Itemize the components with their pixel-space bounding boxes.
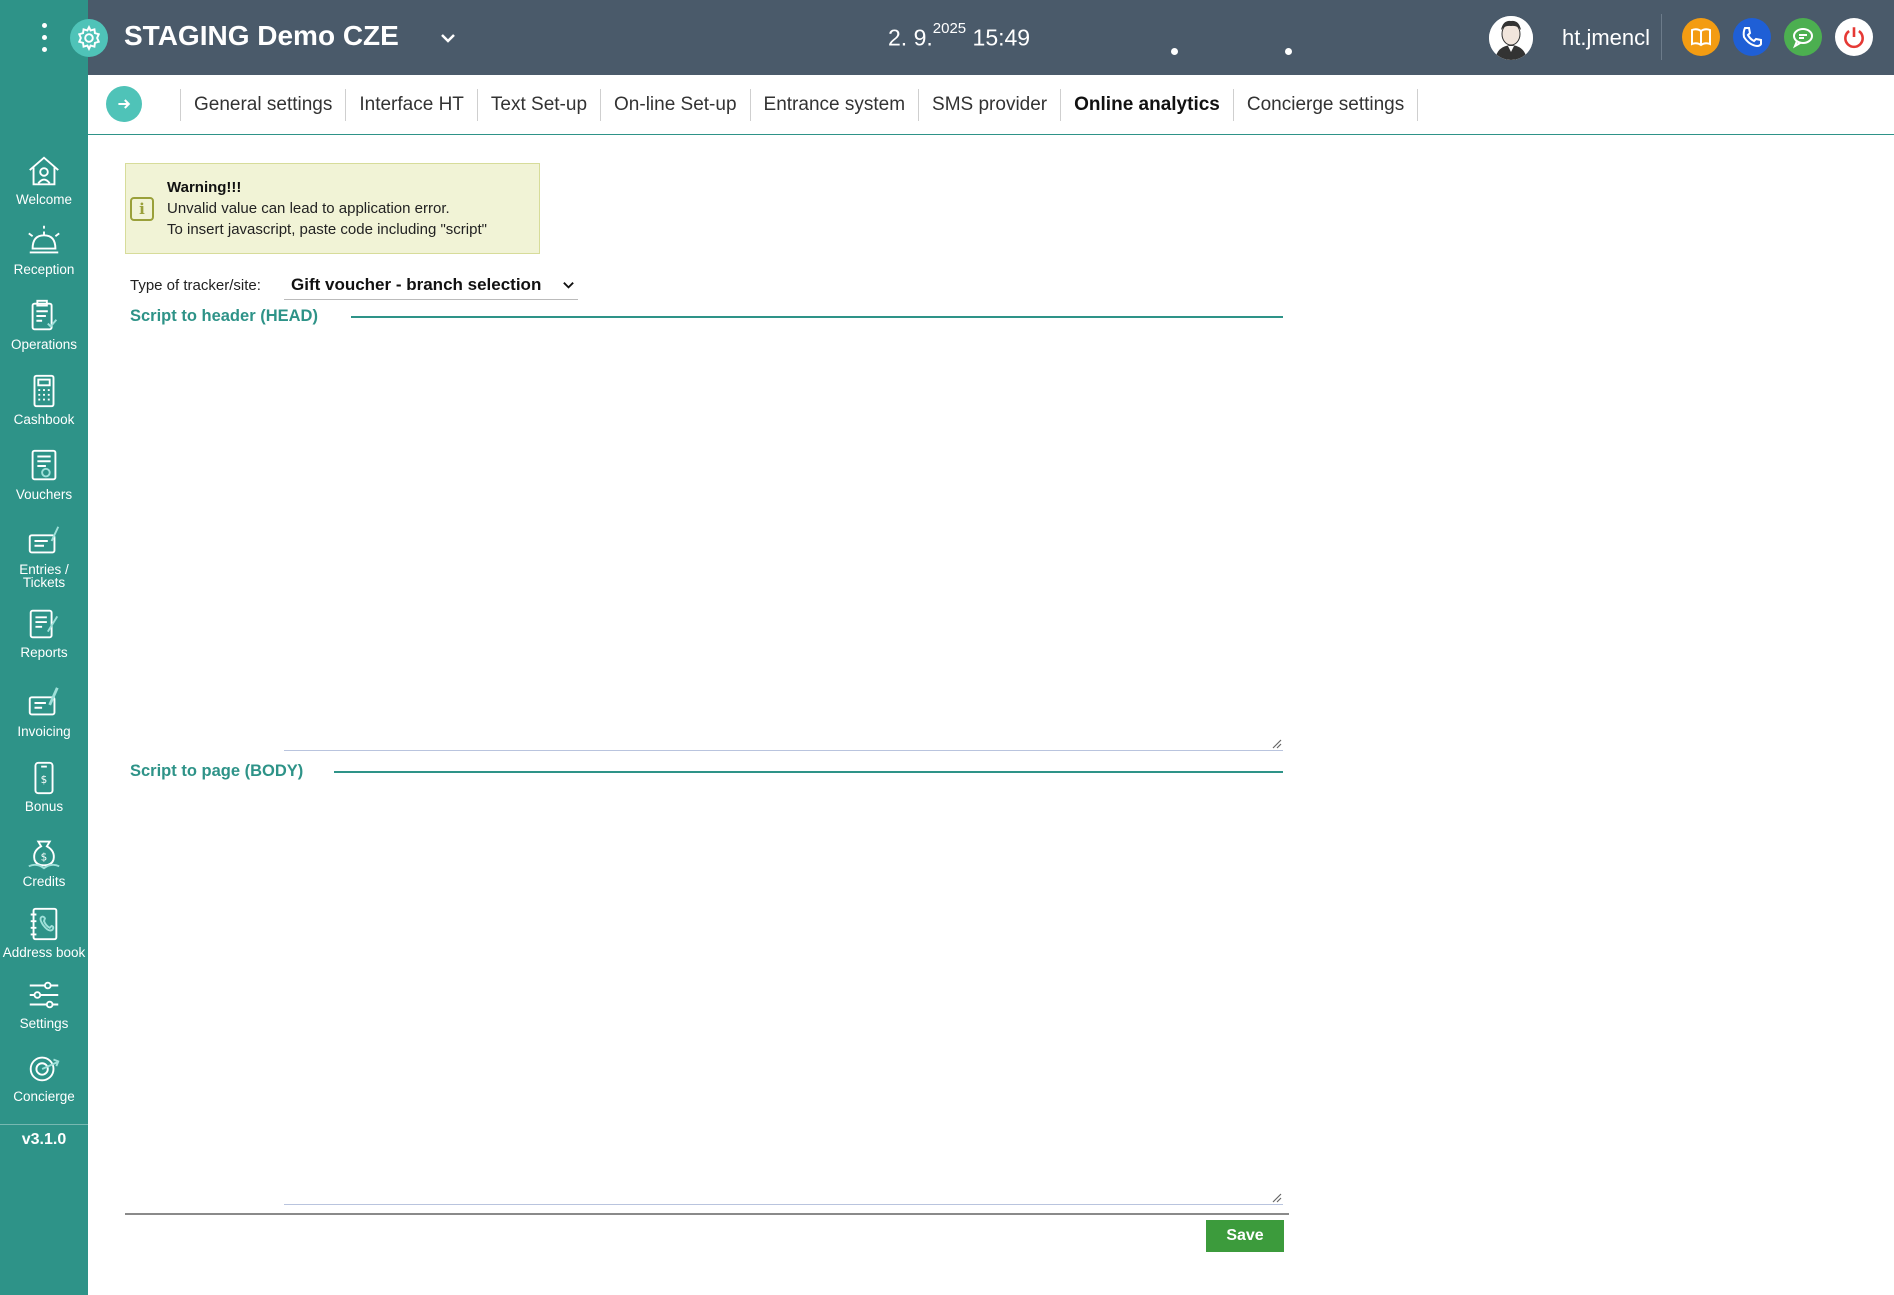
chevron-down-icon[interactable] xyxy=(438,28,458,48)
save-button[interactable]: Save xyxy=(1206,1220,1284,1252)
warning-line-1: Unvalid value can lead to application er… xyxy=(167,200,450,217)
app-title: STAGING Demo CZE xyxy=(124,20,399,51)
power-icon xyxy=(1844,27,1864,49)
gear-icon xyxy=(70,19,108,57)
home-icon xyxy=(29,156,59,186)
manual-button[interactable] xyxy=(1682,18,1720,56)
sidebar-item-operations[interactable]: Operations xyxy=(0,297,88,351)
chat-button[interactable] xyxy=(1784,18,1822,56)
resize-handle-icon[interactable] xyxy=(1272,739,1282,749)
address-book-icon xyxy=(30,907,58,941)
sliders-icon xyxy=(29,981,59,1009)
svg-text:$: $ xyxy=(41,774,48,786)
sidebar: Welcome Reception Operations Cashbook Vo… xyxy=(0,0,88,1295)
calculator-icon xyxy=(33,374,55,408)
back-button[interactable] xyxy=(106,86,142,122)
sidebar-item-label: Cashbook xyxy=(13,412,75,427)
date-year: 2025 xyxy=(932,20,967,37)
tab-list: General settings Interface HT Text Set-u… xyxy=(180,89,1419,121)
tab-interface-ht[interactable]: Interface HT xyxy=(346,89,478,121)
phone-button[interactable] xyxy=(1733,18,1771,56)
body-section-divider xyxy=(334,771,1283,773)
chat-icon xyxy=(1792,28,1813,49)
sidebar-item-label: Concierge xyxy=(13,1089,75,1104)
invoice-icon xyxy=(28,687,59,716)
sidebar-item-reception[interactable]: Reception xyxy=(0,222,88,276)
sidebar-item-label: Reception xyxy=(13,262,75,277)
voucher-icon xyxy=(31,449,57,481)
tracker-type-label: Type of tracker/site: xyxy=(130,277,261,294)
info-icon: i xyxy=(130,197,154,221)
sidebar-item-label: Credits xyxy=(22,874,66,889)
settings-tabs-bar: General settings Interface HT Text Set-u… xyxy=(88,75,1894,135)
warning-line-2: To insert javascript, paste code includi… xyxy=(167,221,487,238)
arrow-right-icon xyxy=(118,99,131,109)
form-footer-divider xyxy=(125,1213,1289,1215)
tracker-type-select[interactable]: Gift voucher - branch selection xyxy=(284,270,578,300)
sidebar-item-vouchers[interactable]: Vouchers xyxy=(0,447,88,501)
bell-icon xyxy=(28,225,60,254)
clipboard-icon xyxy=(31,299,58,331)
sidebar-item-label: Bonus xyxy=(24,799,64,814)
status-dot xyxy=(1171,48,1178,55)
resize-handle-icon[interactable] xyxy=(1272,1193,1282,1203)
header-divider xyxy=(1661,14,1662,60)
avatar[interactable] xyxy=(1489,16,1533,60)
sidebar-item-cashbook[interactable]: Cashbook xyxy=(0,372,88,426)
tab-online-setup[interactable]: On-line Set-up xyxy=(601,89,751,121)
user-avatar-icon xyxy=(1489,16,1533,60)
date-day-month: 2. 9. xyxy=(888,24,933,51)
tracker-type-value: Gift voucher - branch selection xyxy=(291,275,542,294)
ticket-icon xyxy=(28,526,60,554)
sidebar-item-label: Address book xyxy=(2,945,86,960)
report-icon xyxy=(29,609,59,639)
sidebar-item-label: Settings xyxy=(19,1016,69,1031)
warning-box: i Warning!!! Unvalid value can lead to a… xyxy=(125,163,540,254)
credits-icon: $ xyxy=(28,840,60,870)
sidebar-item-address-book[interactable]: Address book xyxy=(0,905,88,959)
kebab-menu-icon[interactable] xyxy=(41,23,47,52)
status-dot xyxy=(1285,48,1292,55)
head-section-divider xyxy=(351,316,1283,318)
body-script-textarea[interactable] xyxy=(284,782,1283,1205)
tab-general-settings[interactable]: General settings xyxy=(181,89,347,121)
sidebar-item-label: Operations xyxy=(10,337,78,352)
tab-online-analytics[interactable]: Online analytics xyxy=(1061,89,1234,121)
sidebar-item-bonus[interactable]: $ Bonus xyxy=(0,759,88,813)
logout-button[interactable] xyxy=(1835,18,1873,56)
sidebar-item-invoicing[interactable]: Invoicing xyxy=(0,684,88,738)
phone-icon xyxy=(1742,27,1762,48)
sidebar-item-label: Reports xyxy=(20,645,68,660)
sidebar-item-label-2: Tickets xyxy=(22,575,66,590)
sidebar-item-label: Vouchers xyxy=(15,487,73,502)
sidebar-item-settings[interactable]: Settings xyxy=(0,976,88,1030)
sidebar-item-label: Welcome xyxy=(15,192,73,207)
book-icon xyxy=(1691,28,1711,47)
concierge-icon xyxy=(29,1056,60,1082)
tab-sms-provider[interactable]: SMS provider xyxy=(919,89,1062,121)
current-datetime: 2. 9.2025 15:49 xyxy=(888,20,1031,52)
head-section-title: Script to header (HEAD) xyxy=(130,307,318,325)
tab-text-setup[interactable]: Text Set-up xyxy=(478,89,602,121)
head-script-textarea[interactable] xyxy=(284,328,1283,751)
sidebar-item-reports[interactable]: Reports xyxy=(0,605,88,659)
bonus-icon: $ xyxy=(34,761,54,795)
sidebar-item-label: Invoicing xyxy=(17,724,71,739)
time: 15:49 xyxy=(972,24,1031,51)
sidebar-item-entries-tickets[interactable]: Entries / Tickets xyxy=(0,522,88,589)
sidebar-item-credits[interactable]: $ Credits xyxy=(0,834,88,888)
svg-text:$: $ xyxy=(41,852,48,864)
sidebar-item-welcome[interactable]: Welcome xyxy=(0,152,88,206)
top-header: STAGING Demo CZE 2. 9.2025 15:49 ht.jmen… xyxy=(70,0,1894,75)
body-section-title: Script to page (BODY) xyxy=(130,762,304,780)
sidebar-item-concierge[interactable]: Concierge xyxy=(0,1049,88,1103)
app-version: v3.1.0 xyxy=(0,1124,88,1149)
warning-title: Warning!!! xyxy=(167,179,242,196)
tab-concierge-settings[interactable]: Concierge settings xyxy=(1234,89,1419,121)
tab-entrance-system[interactable]: Entrance system xyxy=(751,89,920,121)
username[interactable]: ht.jmencl xyxy=(1562,25,1650,51)
chevron-down-icon xyxy=(563,282,574,289)
